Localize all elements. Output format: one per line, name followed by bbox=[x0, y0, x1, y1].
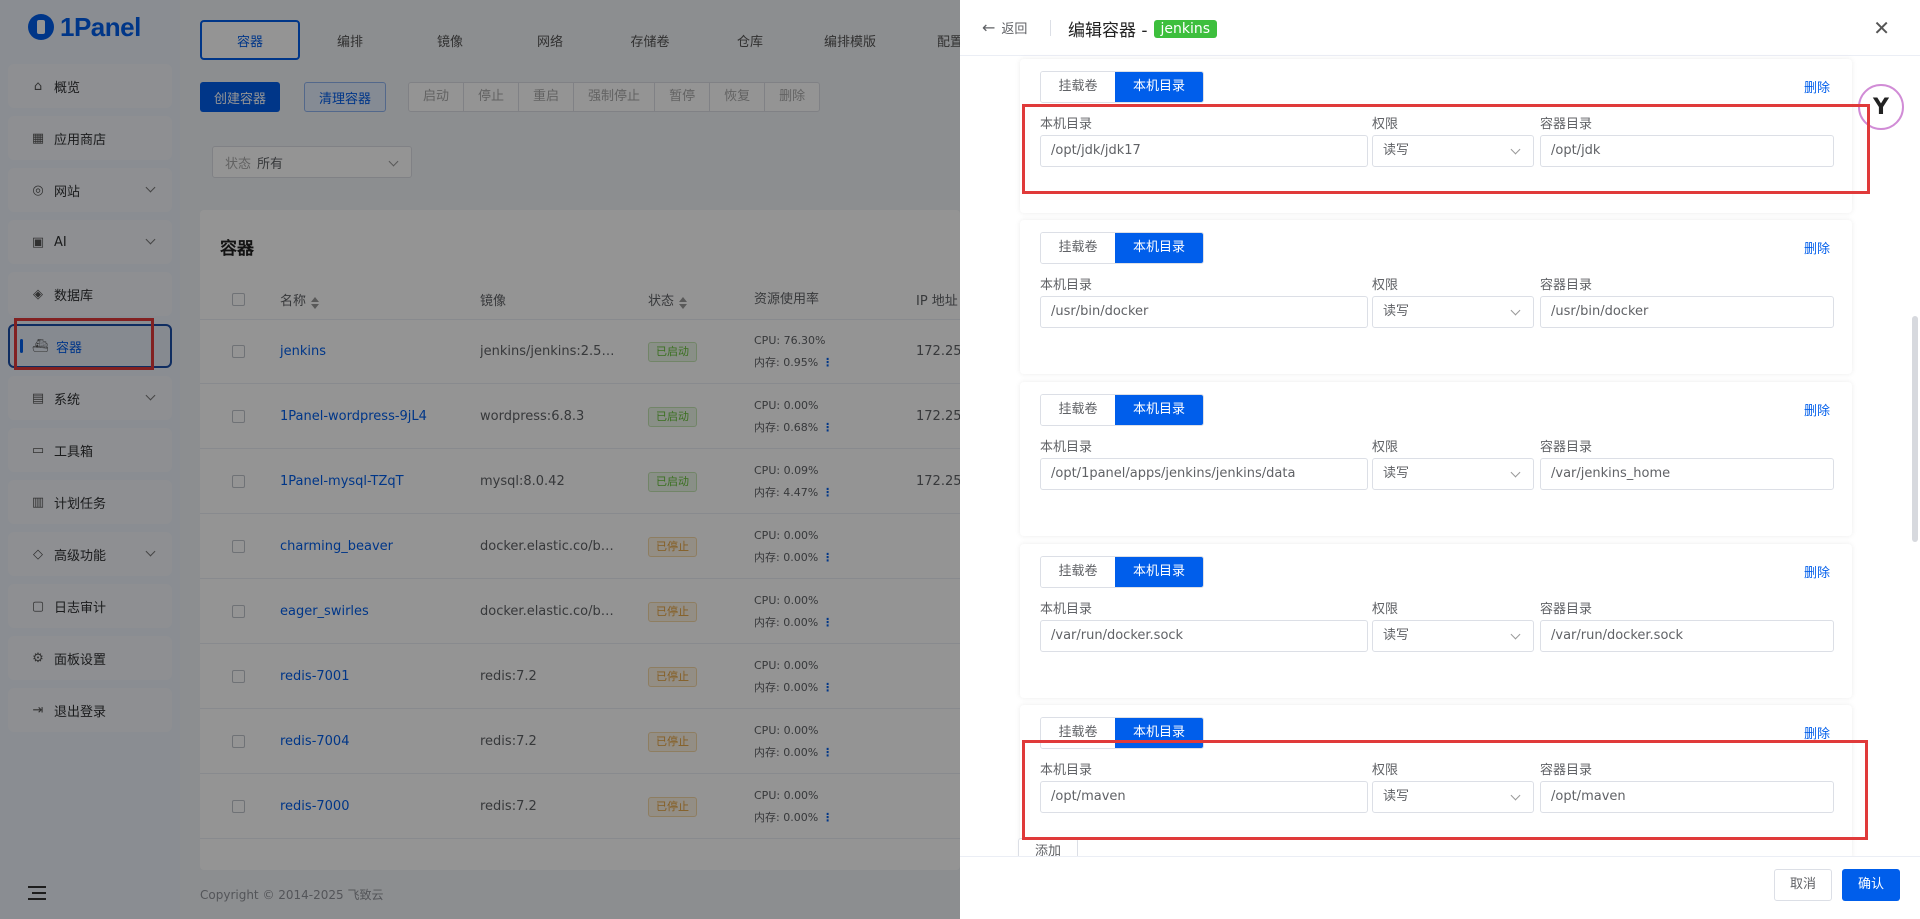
mount-card: 挂载卷 本机目录 删除 本机目录 权限 容器目录/usr/bin/docker 读写/usr… bbox=[1020, 220, 1852, 374]
close-icon[interactable]: ✕ bbox=[1873, 18, 1890, 38]
container-dir-label: 容器目录 bbox=[1540, 278, 1593, 293]
delete-mount-link[interactable]: 删除 bbox=[1804, 400, 1830, 419]
host-dir-label: 本机目录 bbox=[1040, 440, 1093, 455]
chevron-down-icon bbox=[1510, 629, 1521, 640]
delete-mount-link[interactable]: 删除 bbox=[1804, 562, 1830, 581]
drawer-footer: 取消 确认 bbox=[960, 856, 1920, 919]
chevron-down-icon bbox=[1510, 467, 1521, 478]
arrow-left-icon: ← bbox=[982, 17, 996, 37]
host-dir-label: 本机目录 bbox=[1040, 602, 1093, 617]
perm-select[interactable]: 读写 bbox=[1372, 620, 1534, 652]
mount-card: 挂载卷 本机目录 删除 本机目录 权限 容器目录/var/run/docker.sock 读… bbox=[1020, 544, 1852, 698]
perm-label: 权限 bbox=[1372, 602, 1399, 617]
host-dir-input[interactable]: /usr/bin/docker bbox=[1040, 296, 1368, 328]
header-divider bbox=[1050, 20, 1051, 36]
container-name-tag: jenkins bbox=[1153, 19, 1218, 38]
perm-value: 读写 bbox=[1383, 628, 1410, 643]
drawer-title: 编辑容器 - jenkins bbox=[1068, 16, 1218, 41]
container-dir-input[interactable]: /var/run/docker.sock bbox=[1540, 620, 1834, 652]
mount-card: 挂载卷 本机目录 删除 本机目录 权限 容器目录/opt/1panel/apps/jenk… bbox=[1020, 382, 1852, 536]
mount-type-toggle: 挂载卷 本机目录 bbox=[1040, 394, 1204, 426]
host-dir-option[interactable]: 本机目录 bbox=[1115, 557, 1203, 587]
host-dir-option[interactable]: 本机目录 bbox=[1115, 395, 1203, 425]
volume-option[interactable]: 挂载卷 bbox=[1041, 72, 1115, 102]
container-dir-label: 容器目录 bbox=[1540, 602, 1593, 617]
confirm-button[interactable]: 确认 bbox=[1842, 869, 1900, 901]
cancel-button[interactable]: 取消 bbox=[1774, 869, 1832, 901]
volume-option[interactable]: 挂载卷 bbox=[1041, 395, 1115, 425]
perm-value: 读写 bbox=[1383, 466, 1410, 481]
volume-option[interactable]: 挂载卷 bbox=[1041, 557, 1115, 587]
container-dir-label: 容器目录 bbox=[1540, 440, 1593, 455]
perm-select[interactable]: 读写 bbox=[1372, 458, 1534, 490]
host-dir-input[interactable]: /var/run/docker.sock bbox=[1040, 620, 1368, 652]
perm-label: 权限 bbox=[1372, 278, 1399, 293]
perm-select[interactable]: 读写 bbox=[1372, 296, 1534, 328]
drawer-title-text: 编辑容器 - bbox=[1068, 21, 1148, 41]
container-dir-input[interactable]: /usr/bin/docker bbox=[1540, 296, 1834, 328]
mount-type-toggle: 挂载卷 本机目录 bbox=[1040, 556, 1204, 588]
container-dir-input[interactable]: /var/jenkins_home bbox=[1540, 458, 1834, 490]
delete-mount-link[interactable]: 删除 bbox=[1804, 238, 1830, 257]
host-dir-option[interactable]: 本机目录 bbox=[1115, 72, 1203, 102]
perm-value: 读写 bbox=[1383, 304, 1410, 319]
back-button[interactable]: ← 返回 bbox=[982, 18, 1027, 37]
modal-overlay[interactable] bbox=[0, 0, 960, 919]
mount-type-toggle: 挂载卷 本机目录 bbox=[1040, 71, 1204, 103]
volume-option[interactable]: 挂载卷 bbox=[1041, 233, 1115, 263]
perm-label: 权限 bbox=[1372, 440, 1399, 455]
mount-highlight-box-2 bbox=[1022, 740, 1868, 840]
mount-highlight-box-1 bbox=[1022, 104, 1870, 194]
host-dir-label: 本机目录 bbox=[1040, 278, 1093, 293]
chevron-down-icon bbox=[1510, 305, 1521, 316]
drawer-scrollbar[interactable] bbox=[1912, 316, 1918, 542]
mount-type-toggle: 挂载卷 本机目录 bbox=[1040, 232, 1204, 264]
delete-mount-link[interactable]: 删除 bbox=[1804, 77, 1830, 96]
host-dir-input[interactable]: /opt/1panel/apps/jenkins/jenkins/data bbox=[1040, 458, 1368, 490]
host-dir-option[interactable]: 本机目录 bbox=[1115, 233, 1203, 263]
back-label: 返回 bbox=[1001, 22, 1028, 37]
drawer-header: ← 返回 编辑容器 - jenkins ✕ bbox=[960, 0, 1920, 56]
